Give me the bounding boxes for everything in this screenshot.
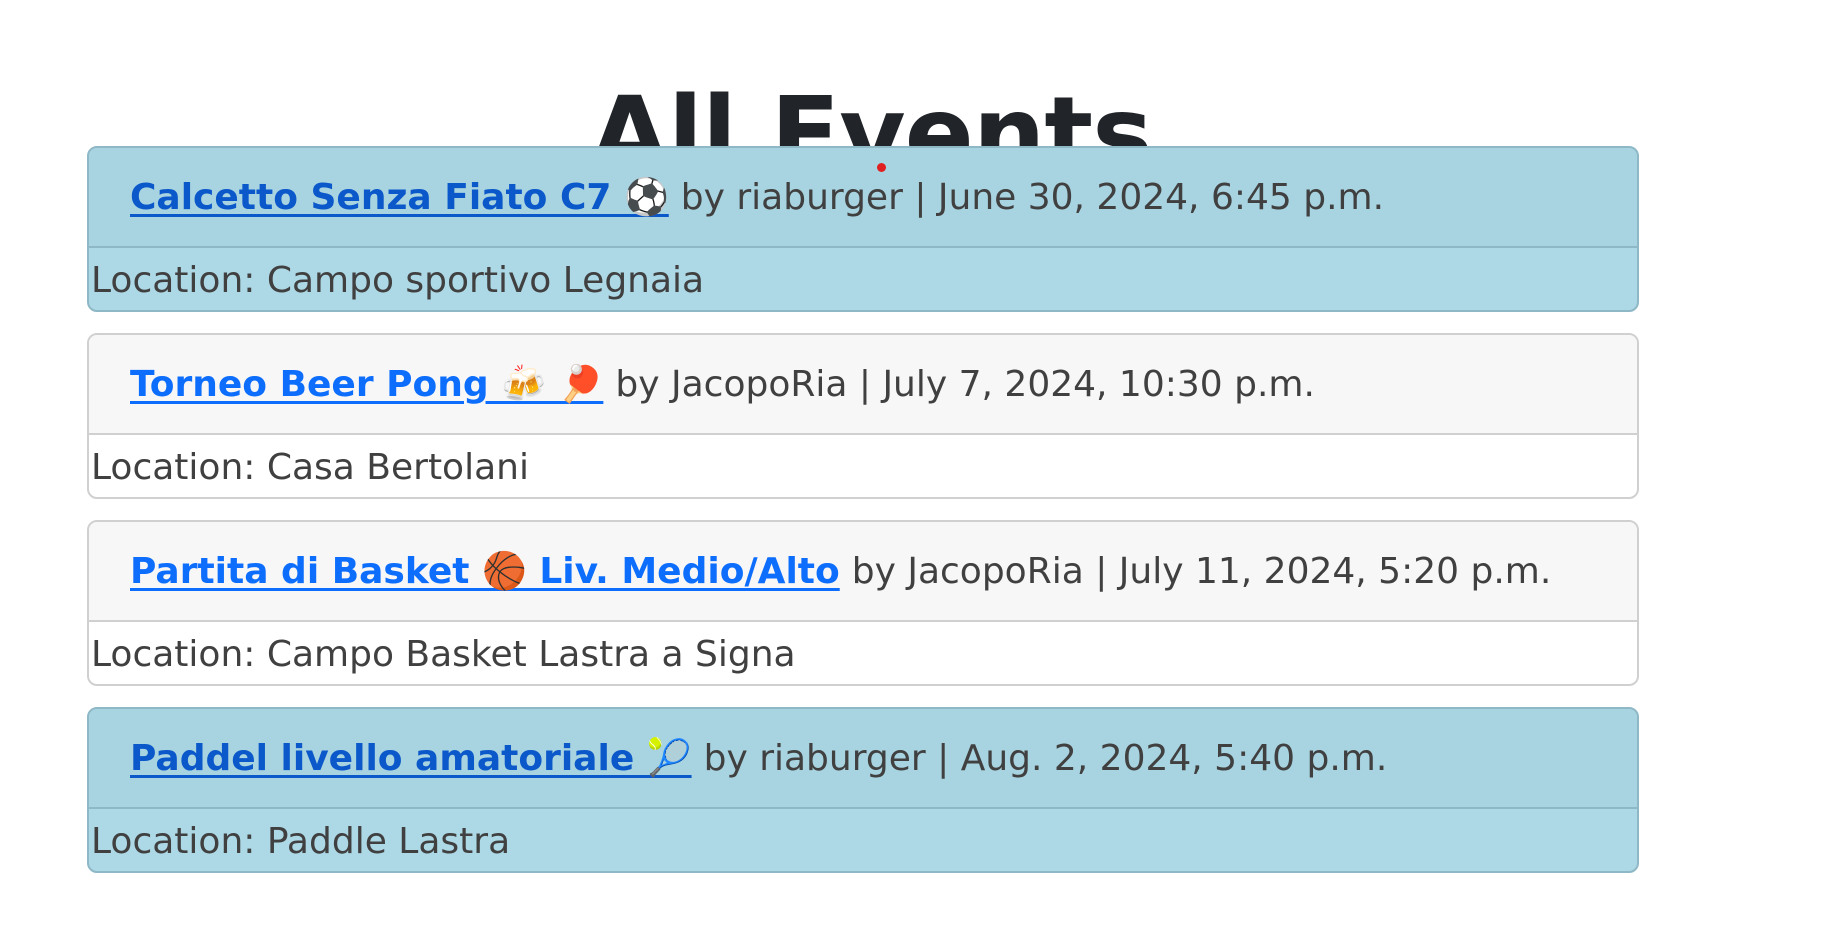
- event-card: Paddel livello amatoriale 🎾 by riaburger…: [87, 707, 1639, 873]
- event-meta: by riaburger | Aug. 2, 2024, 5:40 p.m.: [703, 737, 1388, 779]
- event-location: Location: Campo Basket Lastra a Signa: [91, 633, 796, 675]
- event-location: Location: Casa Bertolani: [91, 446, 529, 488]
- event-card-header: Paddel livello amatoriale 🎾 by riaburger…: [89, 709, 1637, 809]
- event-card-header: Torneo Beer Pong 🍻 🏓 by JacopoRia | July…: [89, 335, 1637, 435]
- event-title-link[interactable]: Partita di Basket 🏀 Liv. Medio/Alto: [130, 550, 840, 592]
- event-card: Partita di Basket 🏀 Liv. Medio/Alto by J…: [87, 520, 1639, 686]
- event-title-link[interactable]: Paddel livello amatoriale 🎾: [130, 737, 692, 779]
- event-card: Calcetto Senza Fiato C7 ⚽ by riaburger |…: [87, 146, 1639, 312]
- event-meta: by JacopoRia | July 7, 2024, 10:30 p.m.: [615, 363, 1315, 405]
- event-list: Calcetto Senza Fiato C7 ⚽ by riaburger |…: [87, 146, 1639, 894]
- event-location: Location: Campo sportivo Legnaia: [91, 259, 705, 301]
- event-meta: by riaburger | June 30, 2024, 6:45 p.m.: [680, 176, 1385, 218]
- events-page: All Events Calcetto Senza Fiato C7 ⚽ by …: [0, 0, 1822, 952]
- event-title-link[interactable]: Calcetto Senza Fiato C7 ⚽: [130, 176, 669, 218]
- event-card-header: Calcetto Senza Fiato C7 ⚽ by riaburger |…: [89, 148, 1637, 248]
- event-meta: by JacopoRia | July 11, 2024, 5:20 p.m.: [851, 550, 1552, 592]
- event-card: Torneo Beer Pong 🍻 🏓 by JacopoRia | July…: [87, 333, 1639, 499]
- event-title-link[interactable]: Torneo Beer Pong 🍻 🏓: [130, 363, 603, 405]
- event-location: Location: Paddle Lastra: [91, 820, 511, 862]
- cursor-dot: [877, 163, 886, 172]
- event-card-header: Partita di Basket 🏀 Liv. Medio/Alto by J…: [89, 522, 1637, 622]
